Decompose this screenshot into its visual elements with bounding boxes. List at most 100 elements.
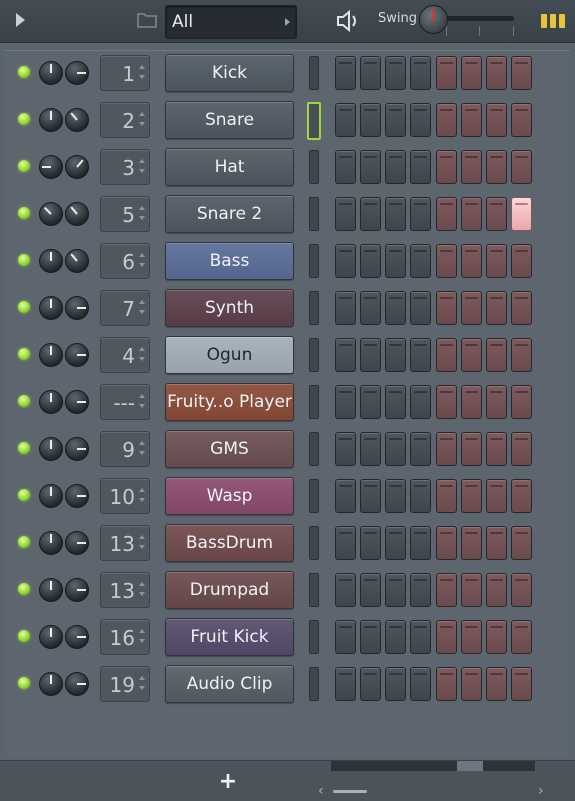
step-button[interactable] [360, 667, 381, 701]
step-button[interactable] [335, 573, 356, 607]
mixer-track-field[interactable]: 10 [100, 478, 150, 514]
step-button[interactable] [511, 620, 532, 654]
channel-volume-knob[interactable] [39, 531, 63, 555]
step-button[interactable] [436, 479, 457, 513]
step-button[interactable] [436, 244, 457, 278]
step-button[interactable] [360, 197, 381, 231]
channel-volume-knob[interactable] [39, 578, 63, 602]
channel-mute-led[interactable] [18, 583, 30, 595]
step-button[interactable] [486, 573, 507, 607]
step-button[interactable] [335, 479, 356, 513]
channel-mute-led[interactable] [18, 254, 30, 266]
step-button[interactable] [360, 573, 381, 607]
step-button[interactable] [436, 573, 457, 607]
mixer-track-field[interactable]: 6 [100, 243, 150, 279]
channel-name-button[interactable]: Wasp [165, 477, 294, 515]
mixer-track-field[interactable]: 2 [100, 102, 150, 138]
play-arrow-icon[interactable] [16, 13, 25, 27]
step-button[interactable] [486, 291, 507, 325]
step-button[interactable] [335, 56, 356, 90]
mixer-track-field[interactable]: 9 [100, 431, 150, 467]
channel-pan-knob[interactable] [65, 61, 89, 85]
spinner-icon[interactable] [139, 251, 145, 269]
mixer-track-field[interactable]: 16 [100, 619, 150, 655]
step-button[interactable] [436, 620, 457, 654]
mixer-track-field[interactable]: 5 [100, 196, 150, 232]
channel-mute-led[interactable] [18, 395, 30, 407]
step-button[interactable] [511, 573, 532, 607]
step-button[interactable] [410, 479, 431, 513]
step-button[interactable] [335, 667, 356, 701]
step-button[interactable] [385, 620, 406, 654]
step-button[interactable] [410, 526, 431, 560]
spinner-icon[interactable] [139, 63, 145, 81]
step-button[interactable] [461, 479, 482, 513]
step-button[interactable] [461, 667, 482, 701]
channel-mute-led[interactable] [18, 348, 30, 360]
channel-pan-knob[interactable] [65, 249, 89, 273]
channel-pan-knob[interactable] [65, 672, 89, 696]
channel-select-indicator[interactable] [309, 432, 319, 466]
channel-mute-led[interactable] [18, 536, 30, 548]
channel-mute-led[interactable] [18, 66, 30, 78]
channel-select-indicator[interactable] [309, 526, 319, 560]
channel-pan-knob[interactable] [65, 484, 89, 508]
step-button[interactable] [486, 197, 507, 231]
channel-select-indicator[interactable] [309, 244, 319, 278]
channel-select-indicator[interactable] [309, 197, 319, 231]
step-button[interactable] [511, 667, 532, 701]
step-button[interactable] [436, 197, 457, 231]
step-button[interactable] [410, 56, 431, 90]
step-button[interactable] [385, 197, 406, 231]
channel-volume-knob[interactable] [39, 249, 63, 273]
step-button[interactable] [511, 385, 532, 419]
scrollbar-thumb[interactable] [457, 761, 483, 771]
step-button[interactable] [385, 103, 406, 137]
step-button[interactable] [385, 291, 406, 325]
step-button[interactable] [511, 150, 532, 184]
channel-mute-led[interactable] [18, 442, 30, 454]
channel-volume-knob[interactable] [39, 202, 63, 226]
channel-pan-knob[interactable] [65, 155, 89, 179]
step-button[interactable] [385, 385, 406, 419]
channel-select-indicator[interactable] [309, 291, 319, 325]
channel-pan-knob[interactable] [65, 108, 89, 132]
scroll-left-icon[interactable]: ‹ [318, 783, 324, 799]
channel-name-button[interactable]: Bass [165, 242, 294, 280]
step-button[interactable] [385, 338, 406, 372]
step-button[interactable] [360, 620, 381, 654]
step-button[interactable] [360, 56, 381, 90]
step-button[interactable] [511, 103, 532, 137]
channel-mute-led[interactable] [18, 677, 30, 689]
step-button[interactable] [335, 620, 356, 654]
step-button[interactable] [436, 291, 457, 325]
mixer-track-field[interactable]: 19 [100, 666, 150, 702]
step-button[interactable] [436, 385, 457, 419]
mixer-track-field[interactable]: 4 [100, 337, 150, 373]
step-button[interactable] [461, 338, 482, 372]
step-button[interactable] [410, 385, 431, 419]
pattern-icon[interactable] [541, 14, 565, 28]
channel-select-indicator[interactable] [309, 667, 319, 701]
channel-name-button[interactable]: Snare 2 [165, 195, 294, 233]
step-button[interactable] [410, 150, 431, 184]
channel-name-button[interactable]: Hat [165, 148, 294, 186]
step-button[interactable] [335, 150, 356, 184]
channel-volume-knob[interactable] [39, 390, 63, 414]
channel-pan-knob[interactable] [65, 578, 89, 602]
spinner-icon[interactable] [139, 674, 145, 692]
step-button[interactable] [461, 197, 482, 231]
step-button[interactable] [360, 385, 381, 419]
step-button[interactable] [461, 244, 482, 278]
step-button[interactable] [360, 244, 381, 278]
spinner-icon[interactable] [139, 627, 145, 645]
channel-volume-knob[interactable] [39, 484, 63, 508]
step-button[interactable] [410, 291, 431, 325]
channel-volume-knob[interactable] [39, 672, 63, 696]
step-button[interactable] [511, 56, 532, 90]
step-button[interactable] [511, 244, 532, 278]
spinner-icon[interactable] [139, 345, 145, 363]
speaker-icon[interactable] [336, 9, 362, 33]
step-button[interactable] [461, 103, 482, 137]
spinner-icon[interactable] [139, 580, 145, 598]
